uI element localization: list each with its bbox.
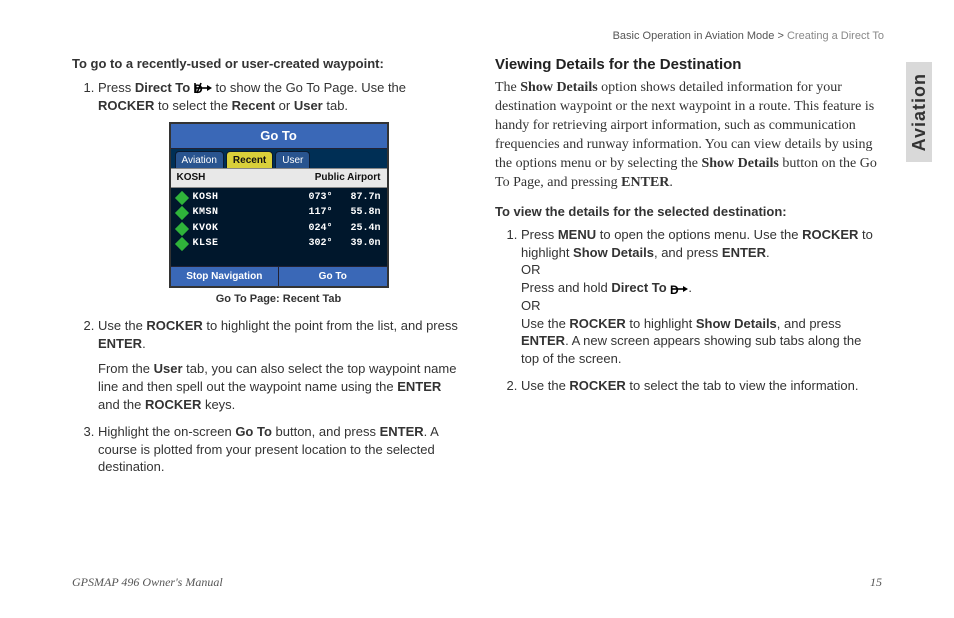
right-intro-para: The Show Details option shows detailed i…	[495, 79, 882, 192]
device-stop-nav-button: Stop Navigation	[171, 267, 280, 287]
svg-text:D: D	[194, 82, 203, 94]
right-step-1: Press MENU to open the options menu. Use…	[521, 226, 882, 367]
page-footer: GPSMAP 496 Owner's Manual 15	[72, 575, 882, 590]
breadcrumb-sep: >	[777, 30, 783, 42]
device-button-row: Stop Navigation Go To	[171, 266, 387, 287]
device-goto-button: Go To	[279, 267, 387, 287]
left-heading: To go to a recently-used or user-created…	[72, 55, 459, 73]
device-subhead-left: KOSH	[177, 171, 206, 185]
device-title: Go To	[171, 124, 387, 149]
device-row: KOSH 073° 87.7n	[175, 190, 383, 206]
device-tab-recent: Recent	[226, 151, 273, 169]
device-tab-aviation: Aviation	[175, 151, 224, 169]
device-row: KMSN 117° 55.8n	[175, 205, 383, 221]
left-step-2: Use the ROCKER to highlight the point fr…	[98, 317, 459, 413]
waypoint-icon	[174, 191, 188, 205]
left-step-3: Highlight the on-screen Go To button, an…	[98, 423, 459, 476]
device-row: KLSE 302° 39.0n	[175, 236, 383, 252]
device-list: KOSH 073° 87.7n KMSN 117° 55.8n	[171, 188, 387, 266]
direct-to-icon: D	[194, 79, 212, 97]
left-step-2-note: From the User tab, you can also select t…	[98, 360, 459, 413]
footer-page-number: 15	[870, 575, 882, 590]
waypoint-icon	[174, 222, 188, 236]
device-tabs: Aviation Recent User	[171, 149, 387, 169]
waypoint-icon	[174, 237, 188, 251]
device-tab-user: User	[275, 151, 310, 169]
or-label-1: OR	[521, 262, 541, 277]
figure-caption: Go To Page: Recent Tab	[169, 292, 389, 307]
side-tab-aviation: Aviation	[906, 62, 932, 162]
waypoint-icon	[174, 206, 188, 220]
breadcrumb: Basic Operation in Aviation Mode > Creat…	[613, 30, 884, 42]
device-row: KVOK 024° 25.4n	[175, 221, 383, 237]
footer-left: GPSMAP 496 Owner's Manual	[72, 575, 223, 590]
right-step-2: Use the ROCKER to select the tab to view…	[521, 377, 882, 395]
right-column: Viewing Details for the Destination The …	[495, 55, 882, 568]
left-step-1: Press Direct To D to show the Go	[98, 79, 459, 308]
right-heading: To view the details for the selected des…	[495, 203, 882, 221]
direct-to-icon: D	[670, 280, 688, 298]
breadcrumb-main: Basic Operation in Aviation Mode	[613, 30, 775, 42]
left-column: To go to a recently-used or user-created…	[72, 55, 459, 568]
gps-screen: Go To Aviation Recent User KOSH Public A…	[169, 122, 389, 288]
device-subhead: KOSH Public Airport	[171, 168, 387, 188]
device-figure: Go To Aviation Recent User KOSH Public A…	[169, 122, 389, 307]
breadcrumb-sub: Creating a Direct To	[787, 30, 884, 42]
device-subhead-right: Public Airport	[315, 171, 381, 185]
side-tab-label: Aviation	[909, 73, 930, 151]
right-section-title: Viewing Details for the Destination	[495, 55, 882, 75]
or-label-2: OR	[521, 298, 541, 313]
